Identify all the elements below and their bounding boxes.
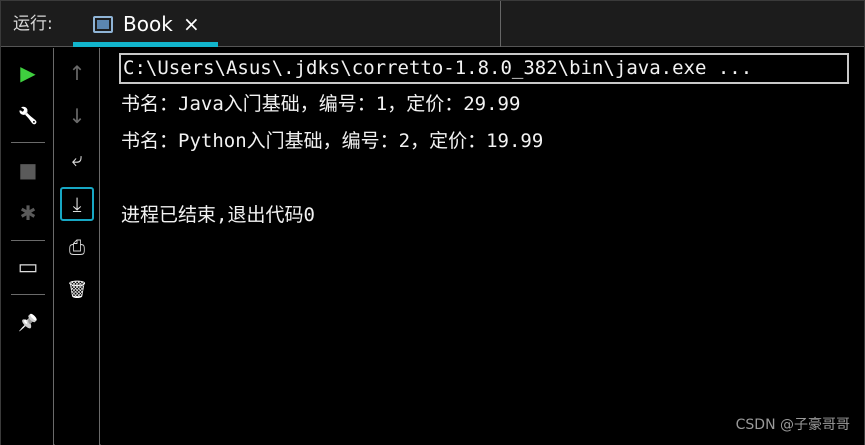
scroll-to-end-button[interactable]: ⤓ xyxy=(60,187,94,221)
stop-icon: ■ xyxy=(18,158,38,182)
trash-icon: 🗑 xyxy=(66,280,88,300)
previous-occurrence-button[interactable]: ↑ xyxy=(62,58,92,88)
layout-icon: ▭ xyxy=(17,255,39,280)
toolbar-divider xyxy=(11,142,45,143)
process-exit-message: 进程已结束,退出代码0 xyxy=(121,204,315,226)
console-toolbar: ↑ ↓ ⤶ ⤓ ⎙ 🗑 xyxy=(55,48,100,445)
arrow-up-icon: ↑ xyxy=(68,61,86,85)
left-toolbar: ▶ 🔧 ■ ✱ ▭ 📌 xyxy=(1,48,54,445)
clear-all-button[interactable]: 🗑 xyxy=(62,275,92,305)
output-line: 书名：Python入门基础，编号：2，定价：19.99 xyxy=(121,130,544,152)
tab-book[interactable]: Book × xyxy=(73,1,218,47)
soft-wrap-button[interactable]: ⤶ xyxy=(62,144,92,174)
arrow-down-icon: ↓ xyxy=(68,104,86,128)
run-tool-window: 运行: Book × ▶ 🔧 ■ ✱ ▭ 📌 ↑ ↓ ⤶ ⤓ ⎙ 🗑 C:\Us… xyxy=(0,0,865,445)
header-divider xyxy=(500,1,501,47)
output-line: 书名：Java入门基础，编号：1，定价：29.99 xyxy=(121,93,521,115)
scroll-to-end-icon: ⤓ xyxy=(72,192,82,216)
layout-button[interactable]: ▭ xyxy=(13,253,43,283)
toolbar-divider xyxy=(11,294,45,295)
close-icon[interactable]: × xyxy=(183,12,200,36)
next-occurrence-button[interactable]: ↓ xyxy=(62,101,92,131)
print-button[interactable]: ⎙ xyxy=(62,232,92,262)
stop-button[interactable]: ■ xyxy=(13,155,43,185)
watermark: CSDN @子豪哥哥 xyxy=(735,417,850,433)
run-button[interactable]: ▶ xyxy=(13,58,43,88)
wrench-icon: 🔧 xyxy=(18,106,38,125)
run-label: 运行: xyxy=(13,14,53,34)
command-line[interactable]: C:\Users\Asus\.jdks\corretto-1.8.0_382\b… xyxy=(119,53,849,84)
console-output[interactable]: C:\Users\Asus\.jdks\corretto-1.8.0_382\b… xyxy=(101,48,864,445)
run-icon: ▶ xyxy=(20,61,36,85)
pin-icon: 📌 xyxy=(18,313,38,332)
pin-button[interactable]: 📌 xyxy=(13,308,43,338)
soft-wrap-icon: ⤶ xyxy=(71,147,83,171)
print-icon: ⎙ xyxy=(69,235,85,259)
tab-active-indicator xyxy=(73,42,218,47)
debug-button[interactable]: ✱ xyxy=(13,198,43,228)
window-icon xyxy=(93,16,113,33)
toolbar-divider xyxy=(11,240,45,241)
debug-bug-icon: ✱ xyxy=(19,201,37,225)
settings-button[interactable]: 🔧 xyxy=(13,101,43,131)
tab-title: Book xyxy=(123,12,173,36)
run-header: 运行: Book × xyxy=(1,1,864,47)
